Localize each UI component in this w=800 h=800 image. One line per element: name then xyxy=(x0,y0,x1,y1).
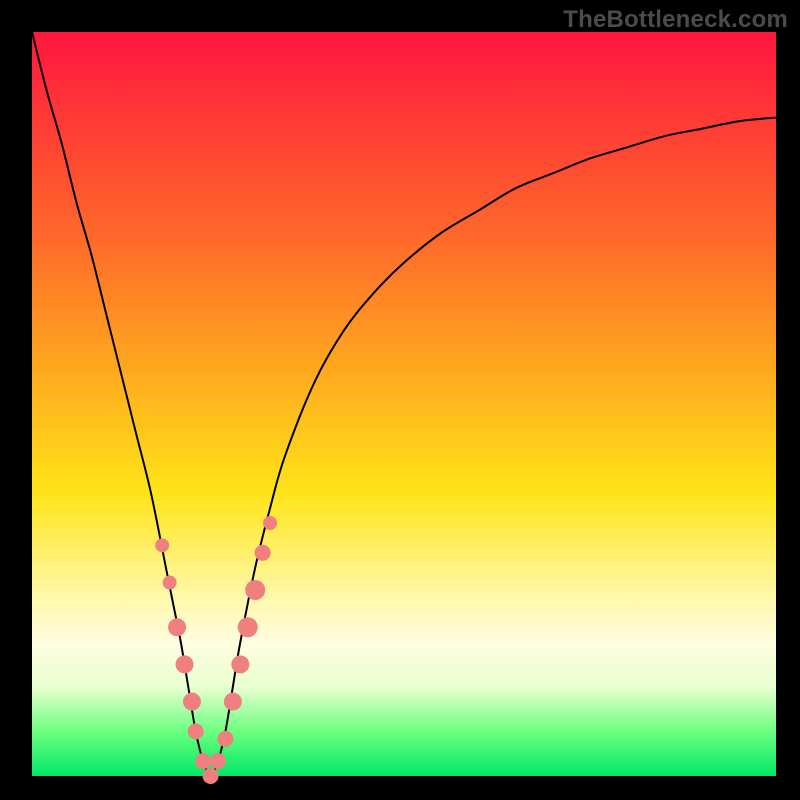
bottleneck-curve xyxy=(32,32,776,776)
chart-frame: TheBottleneck.com xyxy=(0,0,800,800)
marker-group xyxy=(155,516,277,784)
marker-point xyxy=(188,723,204,739)
plot-area xyxy=(32,32,776,776)
watermark-text: TheBottleneck.com xyxy=(563,6,788,34)
marker-point xyxy=(224,693,242,711)
marker-point xyxy=(163,576,177,590)
marker-point xyxy=(263,516,277,530)
marker-point xyxy=(176,655,194,673)
marker-point xyxy=(231,655,249,673)
marker-point xyxy=(217,731,233,747)
marker-point xyxy=(203,768,219,784)
curve-svg xyxy=(32,32,776,776)
marker-point xyxy=(210,753,226,769)
marker-point xyxy=(155,538,169,552)
marker-point xyxy=(245,580,265,600)
marker-point xyxy=(183,693,201,711)
marker-point xyxy=(238,617,258,637)
marker-point xyxy=(255,545,271,561)
marker-point xyxy=(195,753,211,769)
marker-point xyxy=(168,618,186,636)
